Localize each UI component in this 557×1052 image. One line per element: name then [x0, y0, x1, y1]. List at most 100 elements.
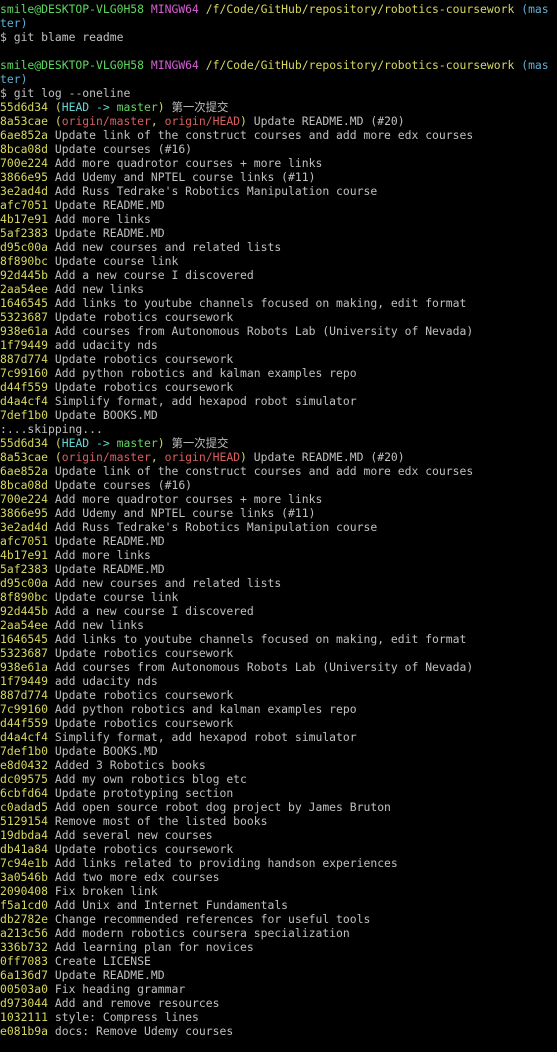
commit-message: Update robotics coursework — [54, 380, 234, 394]
commit-hash: 8a53cae — [0, 114, 49, 128]
log-entry: 5af2383 Update README.MD — [0, 562, 557, 576]
commit-message: Add links to youtube channels focused on… — [54, 296, 467, 310]
commit-message: Update robotics coursework — [54, 646, 234, 660]
log-entry: 7c99160 Add python robotics and kalman e… — [0, 702, 557, 716]
head-arrow: -> — [96, 100, 110, 114]
commit-hash: 4b17e91 — [0, 212, 49, 226]
log-entry: 92d445b Add a new course I discovered — [0, 604, 557, 618]
commit-hash: 1646545 — [0, 632, 49, 646]
commit-message: Update courses (#16) — [54, 142, 193, 156]
commit-hash: 336b732 — [0, 940, 49, 954]
prompt-line: smile@DESKTOP-VLG0H58 MINGW64 /f/Code/Gi… — [0, 2, 557, 16]
remote-ref: origin/master — [61, 114, 151, 128]
commit-hash: d95c00a — [0, 576, 49, 590]
commit-hash: db2782e — [0, 912, 49, 926]
log-entry: db41a84 Update robotics coursework — [0, 842, 557, 856]
commit-hash: 938e61a — [0, 324, 49, 338]
commit-hash: 2090408 — [0, 884, 49, 898]
log-entry: 3e2ad4d Add Russ Tedrake's Robotics Mani… — [0, 520, 557, 534]
commit-message: Add new links — [54, 618, 145, 632]
commit-hash: 887d774 — [0, 352, 49, 366]
commit-message: Simplify format, add hexapod robot simul… — [54, 394, 357, 408]
commit-message: Update robotics coursework — [54, 352, 234, 366]
commit-hash: 55d6d34 — [0, 436, 49, 450]
commit-message: Update README.MD — [54, 562, 165, 576]
commit-hash: 5323687 — [0, 646, 49, 660]
commit-hash: f5a1cd0 — [0, 898, 49, 912]
commit-hash: dc09575 — [0, 772, 49, 786]
decoration-paren: ) — [157, 100, 165, 114]
commit-message: Add Unix and Internet Fundamentals — [54, 898, 289, 912]
log-entry: d973044 Add and remove resources — [0, 996, 557, 1010]
commit-hash: c0adad5 — [0, 800, 49, 814]
commit-message: Add modern robotics coursera specializat… — [54, 926, 350, 940]
prompt-branch: (mas — [521, 2, 549, 16]
log-entry: 8bca08d Update courses (#16) — [0, 478, 557, 492]
terminal-window[interactable]: smile@DESKTOP-VLG0H58 MINGW64 /f/Code/Gi… — [0, 0, 557, 1052]
commit-hash: e8d0432 — [0, 758, 49, 772]
pager-skipping-line: :...skipping... — [0, 422, 557, 436]
commit-hash: 6a136d7 — [0, 968, 49, 982]
commit-message: Update prototyping section — [54, 786, 234, 800]
commit-hash: 3e2ad4d — [0, 520, 49, 534]
remote-ref: origin/HEAD — [164, 450, 241, 464]
commit-message: Create LICENSE — [54, 954, 151, 968]
log-entry: 4b17e91 Add more links — [0, 212, 557, 226]
prompt-shell: MINGW64 — [150, 2, 199, 16]
command-line: $ git log --oneline — [0, 86, 557, 100]
prompt-path: /f/Code/GitHub/repository/robotics-cours… — [205, 2, 515, 16]
log-entry: 938e61a Add courses from Autonomous Robo… — [0, 660, 557, 674]
remote-ref: origin/master — [61, 450, 151, 464]
command-line: $ git blame readme — [0, 30, 557, 44]
log-entry: dc09575 Add my own robotics blog etc — [0, 772, 557, 786]
commit-hash: 938e61a — [0, 660, 49, 674]
commit-message: 第一次提交 — [171, 436, 229, 450]
decoration-paren: ) — [240, 114, 247, 128]
log-entry: 2aa54ee Add new links — [0, 282, 557, 296]
commit-hash: 6ae852a — [0, 464, 49, 478]
commit-message: Add Udemy and NPTEL course links (#11) — [54, 170, 316, 184]
commit-message: Add Udemy and NPTEL course links (#11) — [54, 506, 316, 520]
commit-message: Add python robotics and kalman examples … — [54, 366, 357, 380]
prompt-symbol: $ — [0, 30, 7, 44]
commit-message: Add new courses and related lists — [54, 576, 282, 590]
prompt-line: smile@DESKTOP-VLG0H58 MINGW64 /f/Code/Gi… — [0, 58, 557, 72]
log-entry: 6ae852a Update link of the construct cou… — [0, 464, 557, 478]
commit-hash: e081b9a — [0, 1024, 49, 1038]
commit-message: Update BOOKS.MD — [54, 408, 158, 422]
log-entry: 3866e95 Add Udemy and NPTEL course links… — [0, 170, 557, 184]
commit-hash: 7c99160 — [0, 366, 49, 380]
log-entry: 1f79449 add udacity nds — [0, 338, 557, 352]
log-entry: d4a4cf4 Simplify format, add hexapod rob… — [0, 394, 557, 408]
decoration-paren: ( — [54, 100, 62, 114]
commit-hash: 3a0546b — [0, 870, 49, 884]
log-entry: 00503a0 Fix heading grammar — [0, 982, 557, 996]
log-entry: 938e61a Add courses from Autonomous Robo… — [0, 324, 557, 338]
branch-ref: master — [116, 100, 158, 114]
commit-message: Update course link — [54, 254, 179, 268]
commit-message: Add more quadrotor courses + more links — [54, 156, 323, 170]
commit-message: docs: Remove Udemy courses — [54, 1024, 234, 1038]
commit-message: Add Russ Tedrake's Robotics Manipulation… — [54, 184, 378, 198]
head-ref: HEAD — [61, 100, 90, 114]
log-entry: 1032111 style: Compress lines — [0, 1010, 557, 1024]
commit-message: add udacity nds — [54, 338, 158, 352]
commit-message: Update link of the construct courses and… — [54, 128, 474, 142]
log-entry: e081b9a docs: Remove Udemy courses — [0, 1024, 557, 1038]
decoration-paren: ) — [157, 436, 165, 450]
commit-hash: 5323687 — [0, 310, 49, 324]
commit-hash: 3866e95 — [0, 506, 49, 520]
commit-message: Add more links — [54, 212, 151, 226]
log-entry: d95c00a Add new courses and related list… — [0, 576, 557, 590]
commit-hash: 3e2ad4d — [0, 184, 49, 198]
commit-hash: 19dbda4 — [0, 828, 49, 842]
commit-hash: 5129154 — [0, 814, 49, 828]
commit-message: Update robotics coursework — [54, 310, 234, 324]
commit-message: add udacity nds — [54, 674, 158, 688]
log-entry: 5af2383 Update README.MD — [0, 226, 557, 240]
commit-hash: d44f559 — [0, 380, 49, 394]
remote-ref: origin/HEAD — [164, 114, 241, 128]
log-entry: 8f890bc Update course link — [0, 590, 557, 604]
commit-hash: 8a53cae — [0, 450, 49, 464]
log-entry: f5a1cd0 Add Unix and Internet Fundamenta… — [0, 898, 557, 912]
